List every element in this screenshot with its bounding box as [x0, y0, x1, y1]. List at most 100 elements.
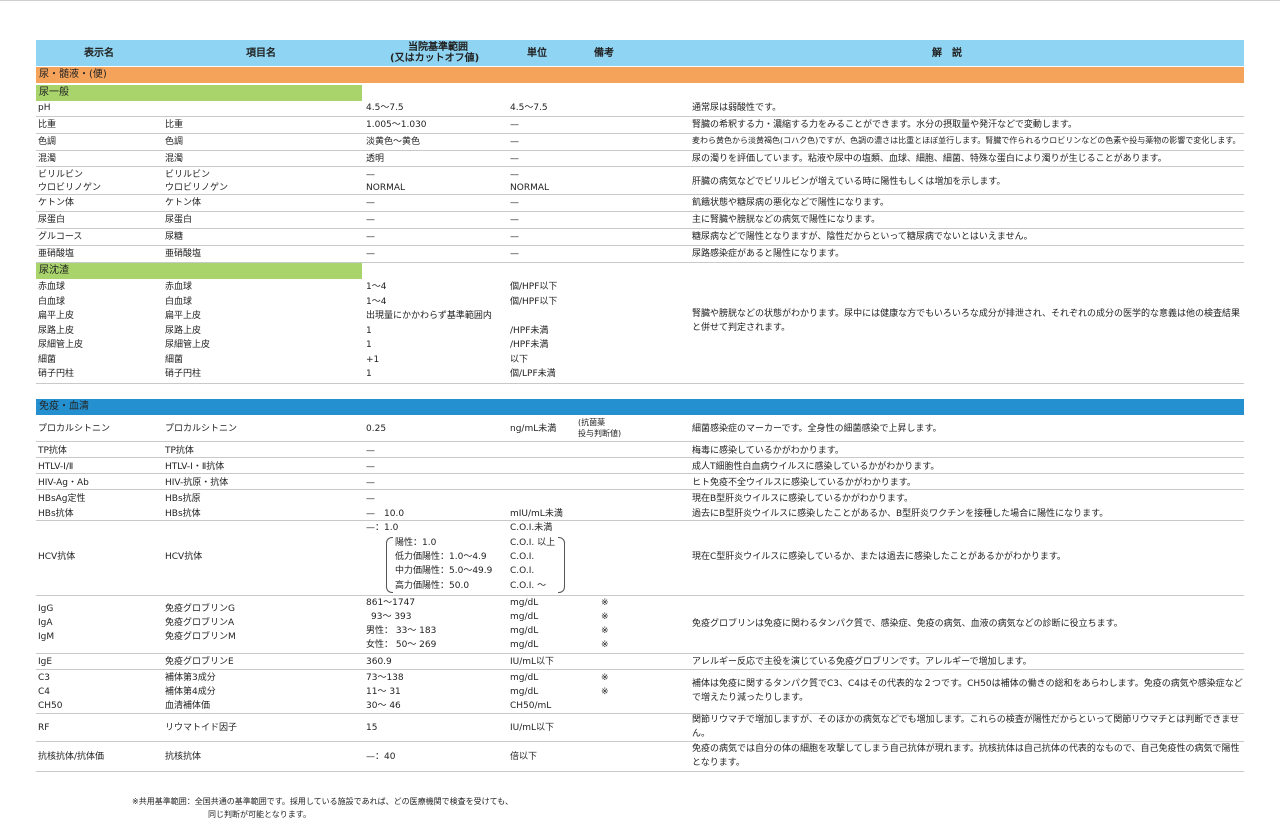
immune-row-name: HBs抗体	[38, 509, 74, 519]
sediment-row-item: 硝子円柱	[165, 369, 202, 379]
ig-range: 93〜 393	[371, 612, 412, 622]
immune-row-unit: ng/mL未満	[510, 424, 557, 434]
sediment-row-name: 扁平上皮	[38, 311, 75, 321]
immune-row-item: HBs抗体	[165, 509, 201, 519]
complement-note: ※	[601, 673, 609, 683]
ige-unit: IU/mL以下	[510, 657, 555, 667]
immune-row-explanation: 成人T細胞性白血病ウイルスに感染しているかがわかります。	[692, 462, 940, 472]
row-divider	[36, 653, 1244, 654]
immune-row-explanation: 過去にB型肝炎ウイルスに感染したことがあるか、B型肝炎ワクチンを接種した場合に陽…	[692, 509, 1109, 519]
immune-row-name: HBsAg定性	[38, 494, 86, 504]
sediment-row-unit: 個/LPF未満	[510, 369, 556, 379]
hcv-level-unit: C.O.I. 以上	[510, 538, 556, 548]
hcv-level-label: 中力価陽性：5.0〜49.9	[395, 566, 493, 576]
rf-range: 15	[366, 723, 378, 733]
ig-name: IgG	[38, 604, 54, 614]
immune-row-name: プロカルシトニン	[38, 424, 111, 434]
immune-row-range: — 10.0	[366, 509, 405, 519]
row-divider	[36, 211, 1244, 212]
urine-row-unit: NORMAL	[510, 183, 550, 193]
ana-range: —：40	[366, 752, 396, 762]
immune-row-name: HTLV-Ⅰ/Ⅱ	[38, 462, 74, 472]
urine-row-range: —	[366, 215, 375, 225]
sediment-row-name: 細菌	[38, 354, 57, 365]
row-divider	[36, 595, 1244, 596]
urine-row-explanation: 麦わら黄色から淡黄褐色(コハク色)ですが、色調の濃さは比重とほぼ並行します。腎臓…	[692, 136, 1241, 145]
urine-row-unit: —	[510, 232, 519, 242]
rf-explanation: 関節リウマチで増加しますが、そのほかの病気などでも増加します。これらの検査が陽性…	[692, 715, 1240, 739]
immune-row-item: HIV-抗原・抗体	[165, 478, 229, 488]
rf-item: リウマトイド因子	[165, 723, 238, 733]
ig-item: 免疫グロブリンG	[165, 604, 235, 614]
urine-row-name: 混濁	[38, 154, 57, 164]
immune-row-item: HTLV-Ⅰ・Ⅱ抗体	[165, 462, 225, 472]
sediment-row-range: 出現量にかかわらず基準範囲内	[366, 311, 492, 321]
row-divider	[36, 489, 1244, 490]
immune-row-unit: mIU/mL未満	[510, 509, 563, 519]
urine-row-explanation: 腎臓の希釈する力・濃縮する力をみることができます。水分の摂取量や発汗などで変動し…	[692, 120, 1078, 130]
urine-row-range: 透明	[366, 154, 385, 164]
row-divider	[36, 150, 1244, 151]
ig-item: 免疫グロブリンM	[165, 632, 236, 642]
footnote: ※共用基準範囲：全国共通の基準範囲です。採用している施設であれば、どの医療機関で…	[132, 795, 513, 821]
ig-range: 男性： 33〜 183	[366, 626, 437, 636]
ig-unit: mg/dL	[510, 598, 539, 608]
ige-range: 360.9	[366, 657, 392, 667]
ana-item: 抗核抗体	[165, 752, 202, 762]
complement-range: 30〜 46	[366, 701, 401, 711]
immune-row-explanation: 細菌感染症のマーカーです。全身性の細菌感染で上昇します。	[692, 424, 942, 434]
hcv-name: HCV抗体	[38, 552, 76, 562]
immune-row-explanation: ヒト免疫不全ウイルスに感染しているかがわかります。	[692, 478, 916, 488]
urine-row-item: 色調	[165, 137, 184, 147]
sediment-row-unit: /HPF未満	[510, 325, 549, 336]
row-divider	[36, 457, 1244, 458]
complement-range: 73〜138	[366, 673, 404, 683]
sediment-explanation: 腎臓や膀胱などの状態がわかります。尿中には健康な方でもいろいろな成分が排泄され、…	[692, 309, 1241, 333]
bilirubin-explanation: 肝臓の病気などでビリルビンが増えている時に陽性もしくは増加を示します。	[692, 177, 1006, 187]
urine-row-explanation: 通常尿は弱酸性です。	[692, 103, 782, 113]
sediment-row-item: 尿細管上皮	[165, 340, 211, 350]
col-header-note: 備考	[594, 48, 614, 59]
rf-unit: IU/mL以下	[510, 723, 555, 733]
urine-row-name: 亜硝酸塩	[38, 249, 75, 259]
ig-unit: mg/dL	[510, 612, 539, 622]
urine-row-range: NORMAL	[366, 183, 406, 193]
row-divider	[36, 441, 1244, 442]
hcv-brace-right	[558, 537, 565, 593]
col-header-item: 項目名	[246, 48, 276, 59]
urine-row-unit: —	[510, 137, 519, 147]
ig-range: 女性： 50〜 269	[366, 640, 437, 650]
immune-row-range: —	[366, 494, 375, 504]
footnote-line2: 同じ判断が可能となります。	[208, 810, 311, 819]
urine-row-explanation: 主に腎臓や膀胱などの病気で陽性になります。	[692, 215, 881, 225]
ana-unit: 倍以下	[510, 752, 538, 762]
immune-row-name: TP抗体	[38, 446, 67, 456]
hcv-level-unit: C.O.I. 〜	[510, 581, 547, 591]
row-divider	[36, 166, 1244, 167]
col-header-range-l1: 当院基準範囲	[408, 42, 468, 53]
complement-name: C4	[38, 687, 51, 697]
urine-row-unit: —	[510, 120, 519, 130]
complement-item: 補体第4成分	[165, 687, 216, 697]
top-divider	[0, 0, 1280, 1]
row-divider	[36, 116, 1244, 117]
row-divider	[36, 473, 1244, 474]
col-header-unit: 単位	[527, 48, 547, 59]
hcv-brace-left	[386, 537, 393, 593]
hcv-level-label: 陽性：1.0	[395, 538, 437, 548]
urine-row-unit: —	[510, 154, 519, 164]
urine-row-unit: —	[510, 170, 519, 180]
urine-row-item: 尿糖	[165, 232, 184, 242]
urine-row-name: 比重	[38, 120, 57, 130]
urine-row-unit: 4.5〜7.5	[510, 103, 548, 113]
urine-row-name: グルコース	[38, 232, 83, 242]
urine-row-name: ビリルビン	[38, 170, 84, 180]
urine-row-item: 尿蛋白	[165, 215, 193, 225]
urine-row-range: 4.5〜7.5	[366, 103, 404, 113]
complement-unit: mg/dL	[510, 673, 539, 683]
complement-item: 血清補体価	[165, 701, 211, 711]
complement-note: ※	[601, 687, 609, 697]
sediment-row-name: 赤血球	[38, 282, 66, 292]
urine-row-range: 淡黄色〜黄色	[366, 137, 421, 147]
urine-row-unit: —	[510, 215, 519, 225]
